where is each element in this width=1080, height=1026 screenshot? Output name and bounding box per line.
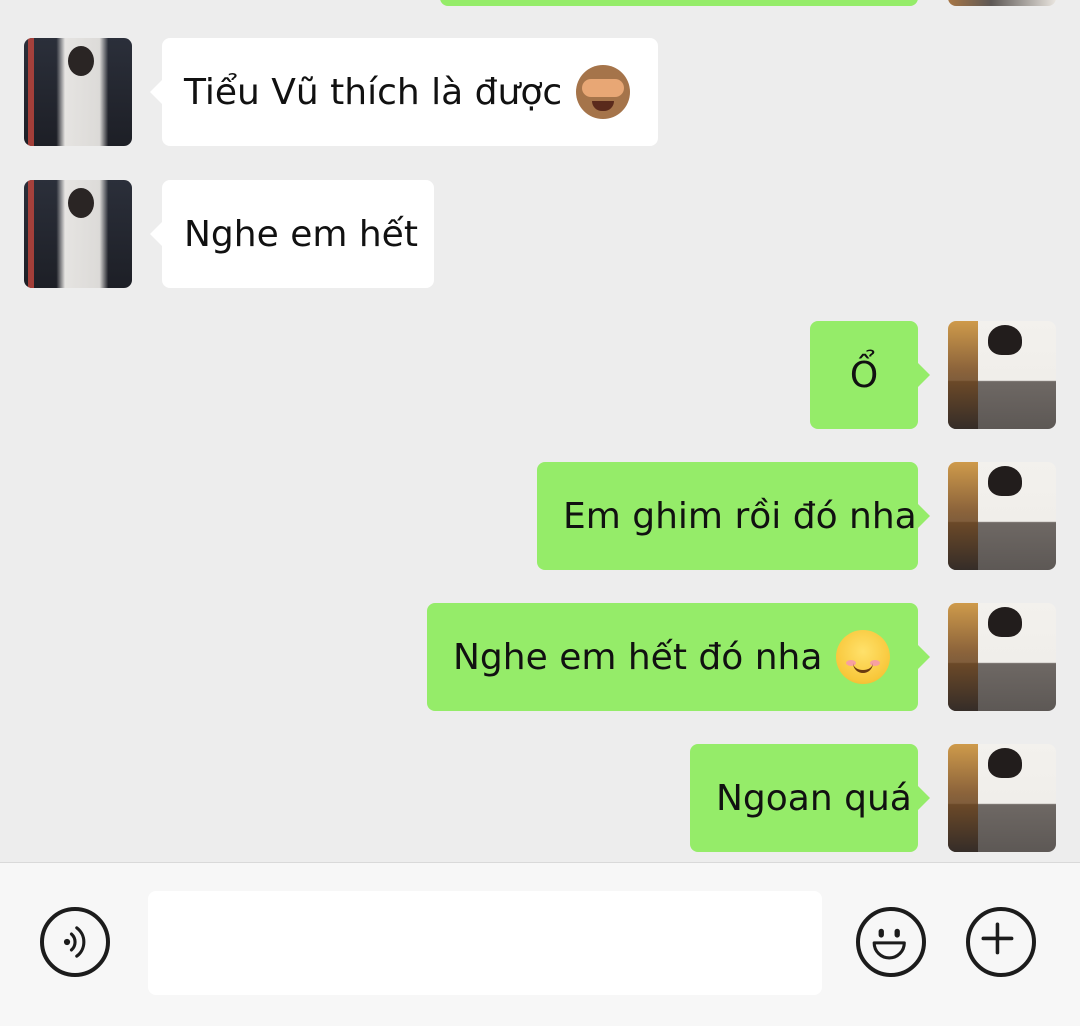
contact-avatar[interactable] bbox=[24, 180, 132, 288]
message-text: Ổ bbox=[849, 354, 879, 396]
message-text: Tiểu Vũ thích là được bbox=[184, 71, 563, 113]
voice-icon bbox=[63, 926, 86, 958]
message-bubble-sent[interactable]: Ngoan quá bbox=[690, 744, 930, 852]
chat-message-list[interactable]: Tiểu Vũ thích là được Nghe em hết Ổ Em g… bbox=[0, 0, 1080, 862]
blushing-smile-icon bbox=[836, 630, 891, 684]
plus-icon bbox=[981, 922, 1014, 955]
message-text: Ngoan quá bbox=[716, 777, 912, 819]
message-bubble-sent[interactable]: Nghe em hết đó nha bbox=[427, 603, 930, 711]
message-text: Nghe em hết bbox=[184, 213, 418, 255]
see-no-evil-monkey-icon bbox=[576, 65, 631, 119]
emoji-icon bbox=[872, 928, 906, 960]
input-bar bbox=[0, 862, 1080, 1026]
my-avatar[interactable] bbox=[948, 603, 1056, 711]
message-input[interactable] bbox=[148, 891, 822, 995]
my-avatar[interactable] bbox=[948, 462, 1056, 570]
partial-message-bubble[interactable] bbox=[440, 0, 918, 6]
message-text: Em ghim rồi đó nha bbox=[563, 495, 917, 537]
emoji-button[interactable] bbox=[856, 907, 926, 977]
plus-button[interactable] bbox=[966, 907, 1036, 977]
message-bubble-received[interactable]: Nghe em hết bbox=[150, 180, 434, 288]
my-avatar-partial[interactable] bbox=[948, 0, 1056, 6]
contact-avatar[interactable] bbox=[24, 38, 132, 146]
message-bubble-sent[interactable]: Em ghim rồi đó nha bbox=[537, 462, 930, 570]
my-avatar[interactable] bbox=[948, 744, 1056, 852]
message-text: Nghe em hết đó nha bbox=[453, 636, 823, 678]
my-avatar[interactable] bbox=[948, 321, 1056, 429]
voice-button[interactable] bbox=[40, 907, 110, 977]
message-bubble-received[interactable]: Tiểu Vũ thích là được bbox=[150, 38, 658, 146]
message-bubble-sent[interactable]: Ổ bbox=[810, 321, 930, 429]
